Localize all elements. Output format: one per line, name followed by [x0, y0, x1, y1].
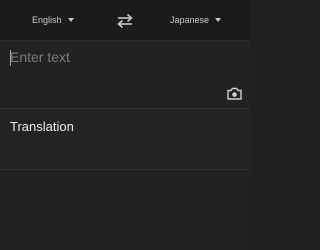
camera-icon[interactable] — [227, 87, 242, 100]
translate-app: English Japanese Translation — [0, 0, 250, 250]
target-language-selector[interactable]: Japanese — [170, 13, 222, 27]
text-cursor — [10, 50, 11, 66]
translation-text: Translation — [10, 119, 74, 134]
input-panel — [0, 41, 250, 109]
chevron-down-icon — [67, 18, 74, 22]
source-language-label: English — [32, 15, 62, 25]
translation-panel: Translation — [0, 109, 250, 170]
target-language-label: Japanese — [170, 15, 210, 25]
language-bar: English Japanese — [0, 0, 250, 41]
text-input[interactable] — [10, 47, 210, 67]
swap-arrows-icon[interactable] — [115, 12, 135, 30]
empty-area — [0, 170, 250, 250]
chevron-down-icon — [215, 18, 222, 22]
source-language-selector[interactable]: English — [32, 13, 74, 27]
